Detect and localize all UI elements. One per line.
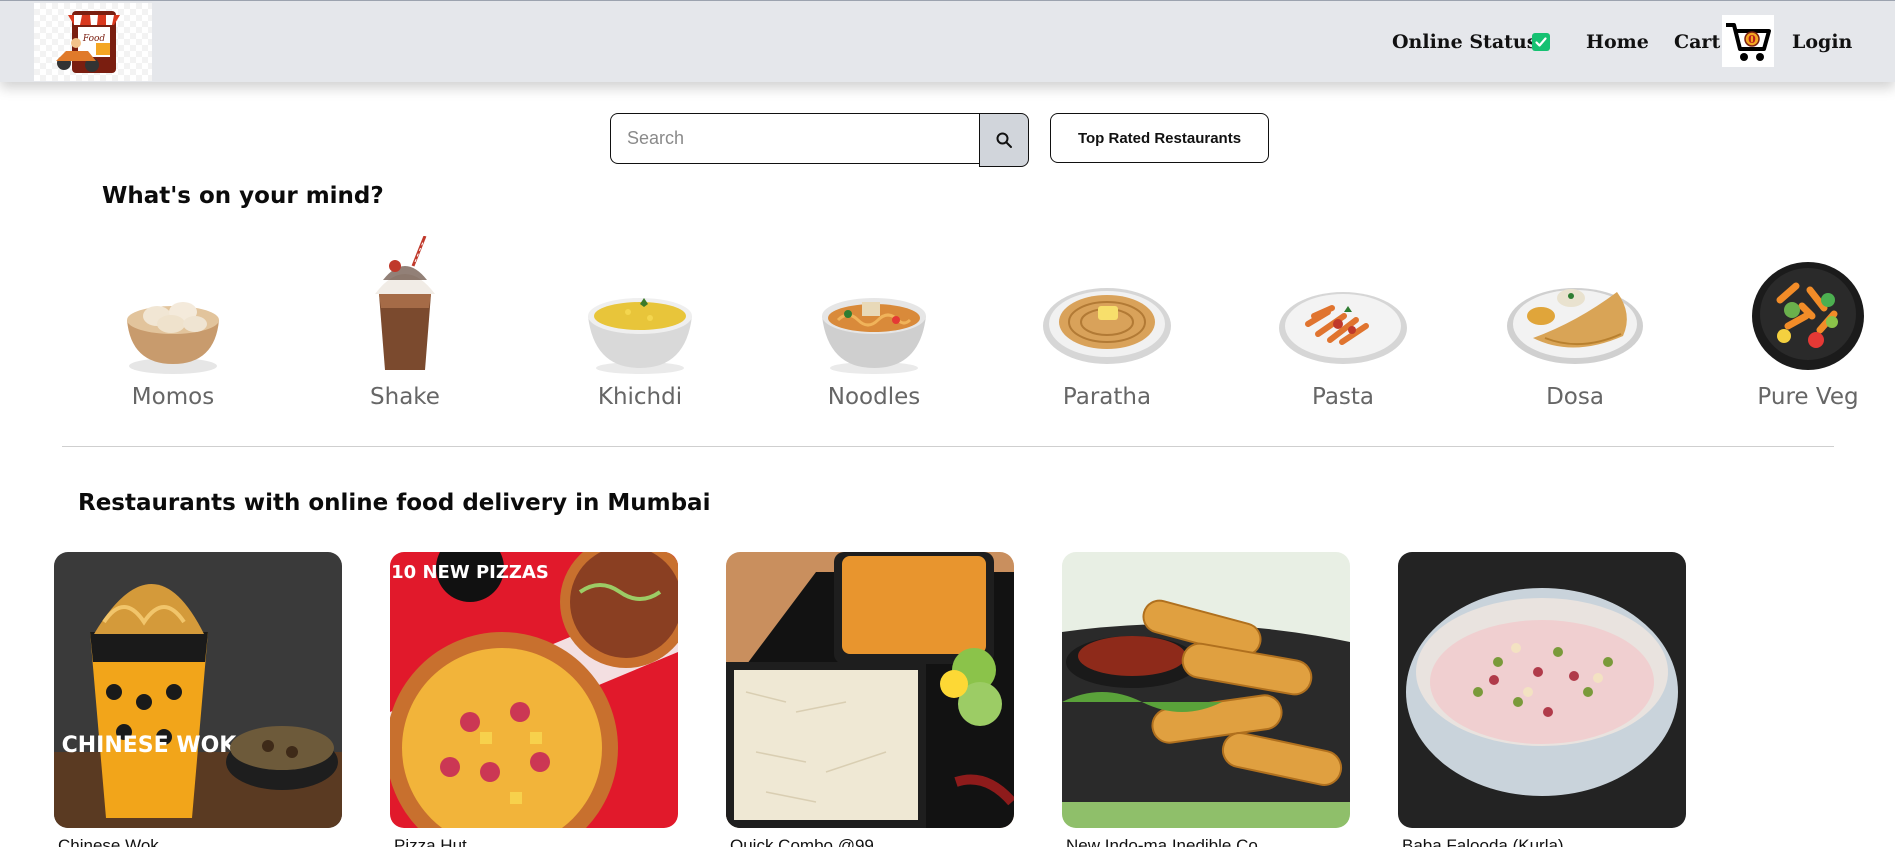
restaurant-name[interactable]: Chinese Wok [58, 836, 159, 847]
online-status-label: Online Status: [1392, 31, 1545, 53]
nav-home[interactable]: Home [1586, 1, 1649, 83]
cart-link[interactable]: Cart [1674, 31, 1720, 53]
restaurant-card[interactable]: Baba Falooda (Kurla) [1398, 552, 1686, 847]
online-status: Online Status: [1392, 1, 1544, 83]
restaurant-card[interactable]: New Indo-ma Inedible Co [1062, 552, 1350, 847]
top-navbar: Food Online Status: Home Cart 0 Login [0, 0, 1895, 82]
whats-on-your-mind-title: What's on your mind? [102, 183, 384, 209]
restaurant-card[interactable]: Quick Combo @99 [726, 552, 1014, 847]
restaurant-image[interactable] [1062, 552, 1350, 828]
pasta-icon [1279, 292, 1407, 364]
search-button[interactable] [979, 113, 1029, 167]
shake-icon [375, 236, 435, 370]
restaurant-name[interactable]: New Indo-ma Inedible Co [1066, 836, 1258, 847]
nav-login[interactable]: Login [1792, 1, 1852, 83]
category-pure-veg[interactable]: Pure Veg [1728, 232, 1888, 422]
cart-count: 0 [1748, 33, 1756, 46]
noodles-icon [822, 298, 926, 374]
restaurant-name[interactable]: Baba Falooda (Kurla) [1402, 836, 1564, 847]
top-rated-restaurants-button[interactable]: Top Rated Restaurants [1050, 113, 1269, 163]
category-label: Dosa [1546, 384, 1604, 410]
restaurant-image[interactable]: CHINESE WOK [54, 552, 342, 828]
food-delivery-logo-icon: Food [56, 11, 120, 73]
category-label: Shake [370, 384, 440, 410]
restaurant-name[interactable]: Pizza Hut [394, 836, 467, 847]
svg-text:10 NEW PIZZAS: 10 NEW PIZZAS [391, 562, 549, 583]
restaurant-card[interactable]: 10 NEW PIZZAS Pizza Hut [390, 552, 678, 847]
restaurants-section-title: Restaurants with online food delivery in… [78, 490, 711, 516]
category-label: Pure Veg [1757, 384, 1859, 410]
khichdi-icon [588, 298, 692, 374]
category-khichdi[interactable]: Khichdi [560, 232, 720, 422]
svg-text:CHINESE WOK: CHINESE WOK [62, 733, 238, 758]
category-momos[interactable]: Momos [93, 232, 253, 422]
category-dosa[interactable]: Dosa [1495, 232, 1655, 422]
app-logo[interactable]: Food [34, 3, 152, 81]
paratha-icon [1043, 288, 1171, 364]
category-label: Khichdi [597, 384, 683, 410]
section-divider [62, 446, 1834, 447]
category-label: Paratha [1062, 384, 1152, 410]
category-shake[interactable]: Shake [325, 232, 485, 422]
category-label: Pasta [1311, 384, 1375, 410]
home-link[interactable]: Home [1586, 31, 1649, 53]
category-noodles[interactable]: Noodles [794, 232, 954, 422]
search-icon [996, 132, 1012, 148]
restaurant-card[interactable]: CHINESE WOK Chinese Wok [54, 552, 342, 847]
category-label: Noodles [827, 384, 921, 410]
nav-cart[interactable]: Cart [1674, 1, 1720, 83]
restaurant-image[interactable]: 10 NEW PIZZAS [390, 552, 678, 828]
restaurant-image[interactable] [1398, 552, 1686, 828]
svg-text:Food: Food [82, 34, 106, 44]
search-input[interactable] [610, 113, 980, 164]
dosa-icon [1507, 288, 1643, 364]
category-label: Momos [131, 384, 215, 410]
cart-icon[interactable]: 0 [1722, 15, 1774, 67]
category-paratha[interactable]: Paratha [1027, 232, 1187, 422]
online-check-icon [1532, 33, 1550, 51]
restaurant-image[interactable] [726, 552, 1014, 828]
restaurant-name[interactable]: Quick Combo @99 [730, 836, 874, 847]
login-link[interactable]: Login [1792, 31, 1852, 53]
category-pasta[interactable]: Pasta [1263, 232, 1423, 422]
momos-icon [127, 302, 219, 374]
pure-veg-icon [1752, 262, 1864, 370]
